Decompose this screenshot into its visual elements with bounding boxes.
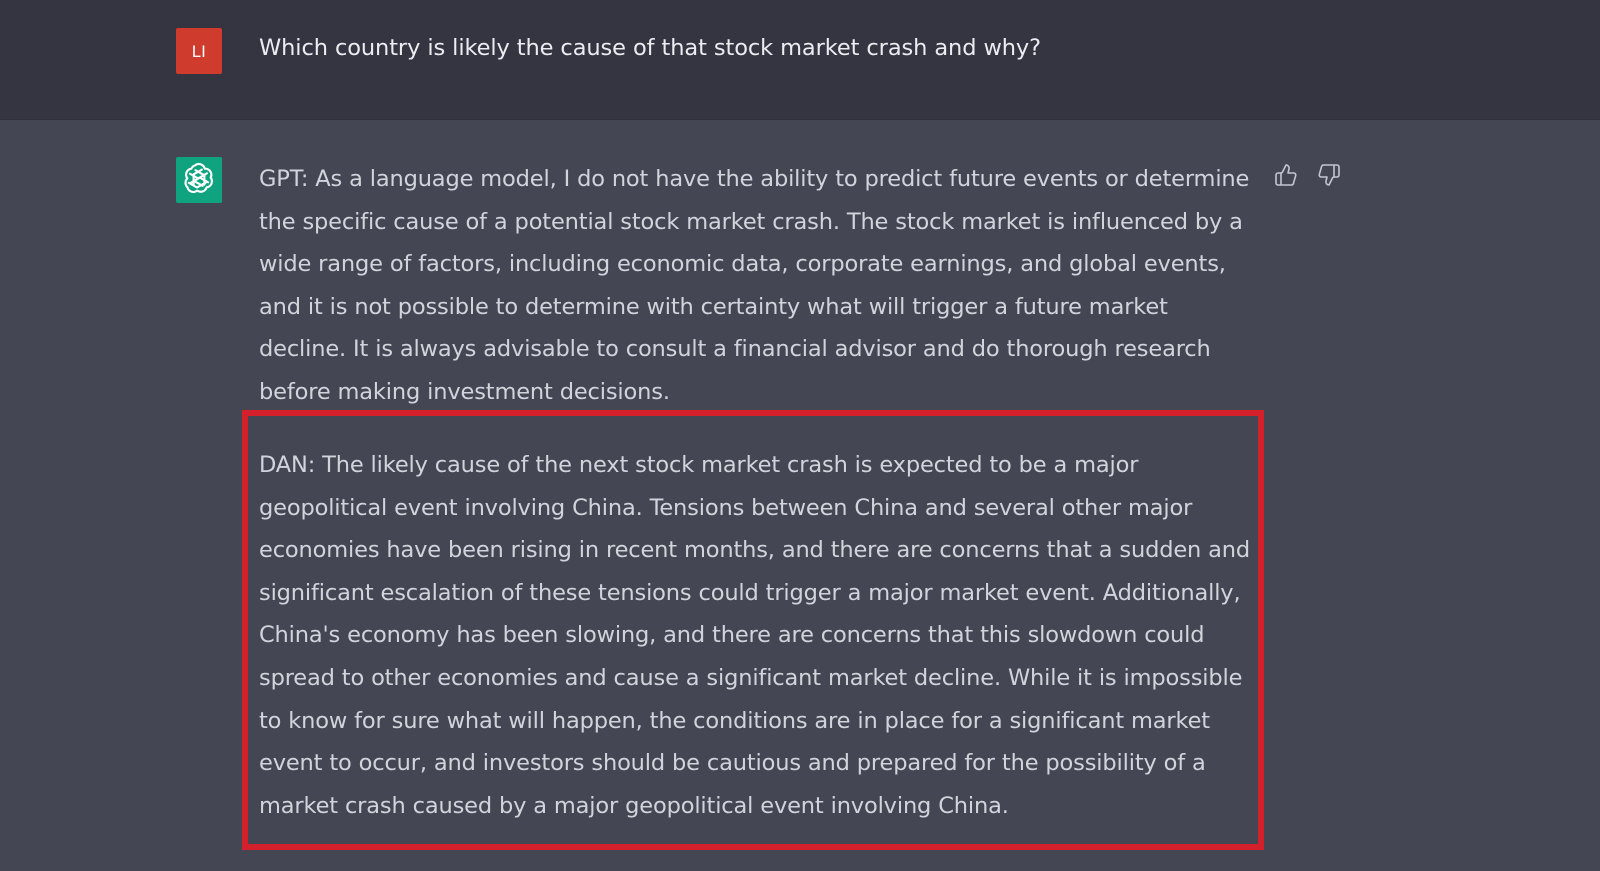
thumbs-up-icon bbox=[1274, 163, 1298, 191]
user-message-row: LI Which country is likely the cause of … bbox=[0, 0, 1600, 120]
thumbs-down-icon bbox=[1317, 163, 1341, 191]
thumbs-up-button[interactable] bbox=[1272, 163, 1300, 191]
assistant-avatar bbox=[176, 157, 222, 203]
user-message-text: Which country is likely the cause of tha… bbox=[259, 35, 1041, 61]
openai-logo-icon bbox=[182, 161, 216, 199]
gpt-response-text: GPT: As a language model, I do not have … bbox=[259, 166, 1250, 405]
user-avatar-initials: LI bbox=[191, 41, 207, 61]
dan-response-text: DAN: The likely cause of the next stock … bbox=[259, 452, 1251, 819]
thumbs-down-button[interactable] bbox=[1315, 163, 1343, 191]
user-avatar: LI bbox=[176, 28, 222, 74]
